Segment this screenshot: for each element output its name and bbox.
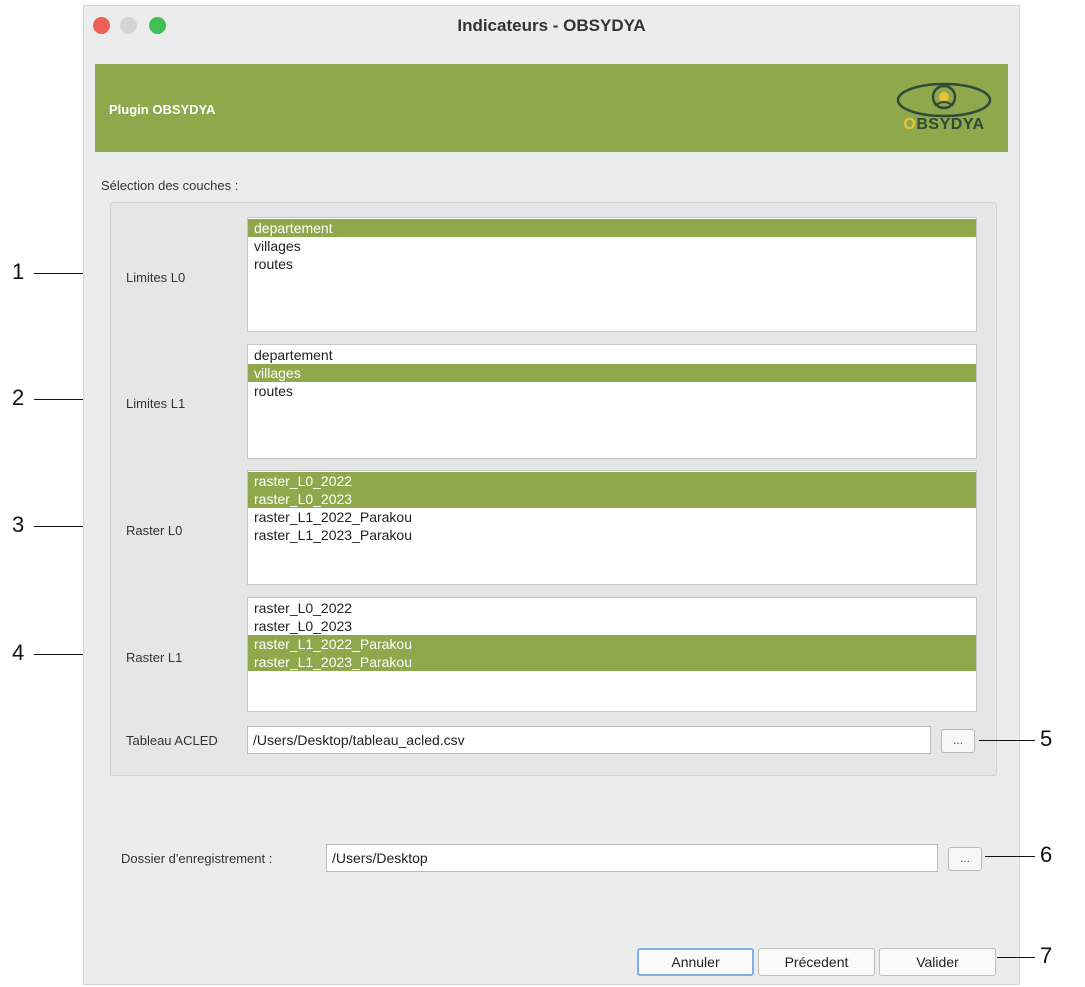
limites-l0-label: Limites L0 [126, 270, 186, 285]
output-folder-browse-button[interactable]: ... [948, 847, 982, 871]
annotation-line [997, 957, 1035, 958]
list-item[interactable]: villages [248, 364, 976, 382]
list-item[interactable]: raster_L0_2022 [248, 472, 976, 490]
list-item[interactable]: villages [248, 237, 976, 255]
list-item[interactable]: raster_L1_2022_Parakou [248, 635, 976, 653]
logo-letter-o: O [903, 116, 917, 133]
limites-l1-label: Limites L1 [126, 396, 186, 411]
annotation-line [979, 740, 1035, 741]
annotation-line [985, 856, 1035, 857]
list-item[interactable]: raster_L0_2023 [248, 490, 976, 508]
acled-browse-button[interactable]: ... [941, 729, 975, 753]
limites-l1-list[interactable]: departement villages routes [247, 344, 977, 459]
annotation-number: 4 [12, 640, 25, 665]
output-folder-label: Dossier d'enregistrement : [121, 851, 273, 866]
annotation-number: 3 [12, 512, 25, 537]
validate-button[interactable]: Valider [879, 948, 996, 976]
acled-table-label: Tableau ACLED [126, 733, 218, 748]
raster-l1-list[interactable]: raster_L0_2022 raster_L0_2023 raster_L1_… [247, 597, 977, 712]
cancel-button[interactable]: Annuler [637, 948, 754, 976]
annotation-number: 2 [12, 385, 25, 410]
list-item[interactable]: raster_L0_2022 [248, 599, 976, 617]
raster-l0-list[interactable]: raster_L0_2022 raster_L0_2023 raster_L1_… [247, 470, 977, 585]
title-bar: Indicateurs - OBSYDYA [84, 6, 1019, 46]
plugin-header-banner: Plugin OBSYDYA OBSYDYA [95, 64, 1008, 152]
list-item[interactable]: raster_L1_2023_Parakou [248, 653, 976, 671]
list-item[interactable]: raster_L0_2023 [248, 617, 976, 635]
plugin-title: Plugin OBSYDYA [109, 102, 216, 117]
dialog-window: Indicateurs - OBSYDYA Plugin OBSYDYA OBS… [84, 6, 1019, 984]
output-folder-path-input[interactable]: /Users/Desktop [326, 844, 938, 872]
acled-table-path-input[interactable]: /Users/Desktop/tableau_acled.csv [247, 726, 931, 754]
annotation-number: 6 [1040, 842, 1053, 867]
list-item[interactable]: departement [248, 346, 976, 364]
raster-l0-label: Raster L0 [126, 523, 183, 538]
logo-letters: BSYDYA [916, 116, 985, 133]
list-item[interactable]: raster_L1_2023_Parakou [248, 526, 976, 544]
annotation-number: 7 [1040, 943, 1053, 968]
limites-l0-list[interactable]: departement villages routes [247, 217, 977, 332]
raster-l1-label: Raster L1 [126, 650, 183, 665]
layer-selection-group: Limites L0 departement villages routes L… [110, 202, 997, 776]
window-title: Indicateurs - OBSYDYA [457, 16, 646, 35]
annotation-number: 1 [12, 259, 25, 284]
logo-wordmark: OBSYDYA [894, 116, 994, 134]
layer-selection-label: Sélection des couches : [101, 178, 239, 193]
list-item[interactable]: routes [248, 255, 976, 273]
list-item[interactable]: raster_L1_2022_Parakou [248, 508, 976, 526]
annotation-number: 5 [1040, 726, 1053, 751]
previous-button[interactable]: Précedent [758, 948, 875, 976]
list-item[interactable]: routes [248, 382, 976, 400]
list-item[interactable]: departement [248, 219, 976, 237]
